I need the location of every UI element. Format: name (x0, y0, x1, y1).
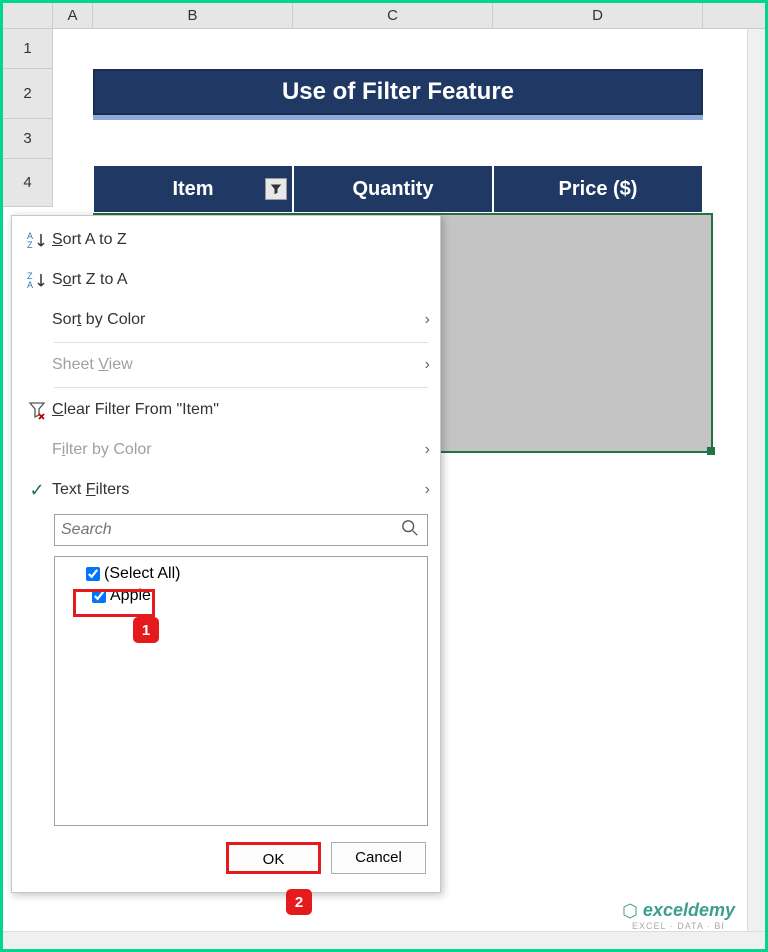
search-row (12, 510, 440, 550)
svg-text:A: A (27, 280, 33, 290)
menu-sheet-view: Sheet View › (12, 345, 440, 385)
vertical-scrollbar[interactable] (747, 29, 765, 931)
header-qty-label: Quantity (352, 178, 433, 201)
menu-text-filters-label: Text Filters (52, 481, 425, 499)
cube-icon (622, 903, 638, 919)
checkbox-select-all[interactable] (86, 567, 100, 581)
menu-filter-color-label: Filter by Color (52, 441, 425, 459)
ok-button[interactable]: OK (226, 842, 321, 874)
header-item: Item (93, 165, 293, 213)
menu-clear-filter-label: Clear Filter From "Item" (52, 401, 430, 419)
header-price-label: Price ($) (559, 178, 638, 201)
menu-sort-za[interactable]: ZA Sort Z to A (12, 260, 440, 300)
watermark-brand: exceldemy (622, 900, 735, 921)
watermark-sub: EXCEL · DATA · BI (622, 921, 735, 931)
title-underline (93, 115, 703, 120)
fill-handle[interactable] (707, 447, 715, 455)
annotation-badge-1: 1 (133, 617, 159, 643)
chevron-right-icon: › (425, 481, 430, 499)
header-quantity: Quantity (293, 165, 493, 213)
menu-sort-color[interactable]: Sort by Color › (12, 300, 440, 340)
table-header-row: Item Quantity Price ($) (93, 165, 703, 213)
separator (54, 342, 428, 343)
menu-clear-filter[interactable]: Clear Filter From "Item" (12, 390, 440, 430)
filter-button-item[interactable] (265, 178, 287, 200)
select-all-corner[interactable] (3, 3, 53, 28)
header-price: Price ($) (493, 165, 703, 213)
separator (54, 387, 428, 388)
col-header-B[interactable]: B (93, 3, 293, 28)
row-header-1[interactable]: 1 (3, 29, 53, 69)
row-header-2[interactable]: 2 (3, 69, 53, 119)
menu-sort-color-label: Sort by Color (52, 311, 425, 329)
row-header-4[interactable]: 4 (3, 159, 53, 207)
button-row: OK Cancel (12, 832, 440, 888)
menu-sort-za-label: Sort Z to A (52, 271, 430, 289)
search-icon (401, 519, 421, 542)
column-header-row: A B C D (3, 3, 765, 29)
menu-filter-color: Filter by Color › (12, 430, 440, 470)
annotation-box-1 (73, 589, 155, 617)
chevron-right-icon: › (425, 311, 430, 329)
row-header-col: 1 2 3 4 (3, 29, 53, 207)
sort-az-icon: AZ (22, 230, 52, 250)
col-header-A[interactable]: A (53, 3, 93, 28)
search-input[interactable] (61, 521, 401, 539)
filter-item-select-all-label: (Select All) (104, 565, 180, 583)
watermark: exceldemy EXCEL · DATA · BI (622, 900, 735, 931)
filter-dropdown-menu: AZ Sort A to Z ZA Sort Z to A Sort by Co… (11, 215, 441, 893)
svg-text:Z: Z (27, 240, 33, 250)
search-box[interactable] (54, 514, 428, 546)
annotation-badge-2: 2 (286, 889, 312, 915)
sort-za-icon: ZA (22, 270, 52, 290)
checkmark-icon: ✓ (22, 480, 52, 501)
horizontal-scrollbar[interactable] (3, 931, 765, 949)
funnel-icon (270, 183, 282, 195)
chevron-right-icon: › (425, 441, 430, 459)
filter-item-select-all[interactable]: (Select All) (59, 563, 423, 585)
cancel-button[interactable]: Cancel (331, 842, 426, 874)
menu-sort-az[interactable]: AZ Sort A to Z (12, 220, 440, 260)
col-header-D[interactable]: D (493, 3, 703, 28)
header-item-label: Item (172, 178, 213, 201)
row-header-3[interactable]: 3 (3, 119, 53, 159)
col-header-C[interactable]: C (293, 3, 493, 28)
clear-filter-icon (22, 400, 52, 420)
page-title: Use of Filter Feature (93, 69, 703, 115)
menu-text-filters[interactable]: ✓ Text Filters › (12, 470, 440, 510)
chevron-right-icon: › (425, 356, 430, 374)
menu-sort-az-label: Sort A to Z (52, 231, 430, 249)
menu-sheet-view-label: Sheet View (52, 356, 425, 374)
